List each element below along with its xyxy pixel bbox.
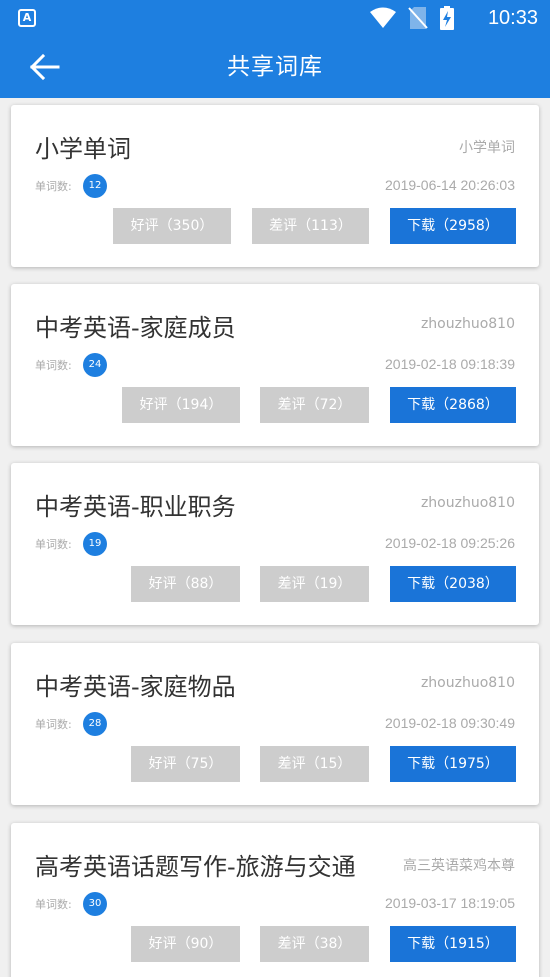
download-button[interactable]: 下载（2038） — [390, 566, 516, 602]
bad-review-button[interactable]: 差评（38） — [260, 926, 369, 962]
library-date: 2019-02-18 09:25:26 — [385, 535, 515, 551]
download-button[interactable]: 下载（1975） — [390, 746, 516, 782]
word-count-badge: 19 — [83, 532, 107, 556]
clock: 10:33 — [487, 7, 538, 29]
status-icons — [370, 6, 454, 30]
word-count-label: 单词数: — [35, 718, 72, 731]
library-date: 2019-02-18 09:30:49 — [385, 715, 515, 731]
good-review-button[interactable]: 好评（88） — [131, 566, 240, 602]
word-count-label: 单词数: — [35, 538, 72, 551]
good-review-button[interactable]: 好评（350） — [113, 208, 231, 244]
library-card[interactable]: 中考英语-职业职务 zhouzhuo810 单词数: 19 2019-02-18… — [11, 463, 539, 625]
library-card[interactable]: 小学单词 小学单词 单词数: 12 2019-06-14 20:26:03 好评… — [11, 105, 539, 267]
bad-review-button[interactable]: 差评（72） — [260, 387, 369, 423]
word-count-badge: 28 — [83, 712, 107, 736]
page-title: 共享词库 — [227, 54, 323, 80]
library-author: 小学单词 — [459, 140, 515, 156]
library-card[interactable]: 高考英语话题写作-旅游与交通 高三英语菜鸡本尊 单词数: 30 2019-03-… — [11, 823, 539, 977]
wifi-icon — [370, 7, 396, 28]
library-name: 中考英语-家庭成员 — [35, 314, 236, 342]
word-count-badge: 12 — [83, 174, 107, 198]
library-name: 高考英语话题写作-旅游与交通 — [35, 853, 356, 881]
library-date: 2019-06-14 20:26:03 — [385, 177, 515, 193]
app-notification-icon: A — [18, 9, 36, 27]
word-count-label: 单词数: — [35, 898, 72, 911]
library-date: 2019-03-17 18:19:05 — [385, 895, 515, 911]
word-count-label: 单词数: — [35, 359, 72, 372]
good-review-button[interactable]: 好评（90） — [131, 926, 240, 962]
battery-charging-icon — [440, 6, 454, 30]
library-card[interactable]: 中考英语-家庭物品 zhouzhuo810 单词数: 28 2019-02-18… — [11, 643, 539, 805]
library-card[interactable]: 中考英语-家庭成员 zhouzhuo810 单词数: 24 2019-02-18… — [11, 284, 539, 446]
library-name: 小学单词 — [35, 135, 131, 163]
library-author: zhouzhuo810 — [420, 675, 515, 691]
library-name: 中考英语-家庭物品 — [35, 673, 236, 701]
download-button[interactable]: 下载（2868） — [390, 387, 516, 423]
app-bar: 共享词库 — [0, 36, 550, 98]
bad-review-button[interactable]: 差评（15） — [260, 746, 369, 782]
library-name: 中考英语-职业职务 — [35, 493, 236, 521]
good-review-button[interactable]: 好评（194） — [122, 387, 240, 423]
download-button[interactable]: 下载（2958） — [390, 208, 516, 244]
good-review-button[interactable]: 好评（75） — [131, 746, 240, 782]
bad-review-button[interactable]: 差评（113） — [252, 208, 369, 244]
library-author: zhouzhuo810 — [420, 495, 515, 511]
word-count-badge: 24 — [83, 353, 107, 377]
library-author: 高三英语菜鸡本尊 — [403, 858, 515, 874]
word-count-badge: 30 — [83, 892, 107, 916]
library-date: 2019-02-18 09:18:39 — [385, 356, 515, 372]
bad-review-button[interactable]: 差评（19） — [260, 566, 369, 602]
word-count-label: 单词数: — [35, 180, 72, 193]
status-bar: A 10:33 — [0, 0, 550, 36]
library-author: zhouzhuo810 — [420, 316, 515, 332]
download-button[interactable]: 下载（1915） — [390, 926, 516, 962]
no-sim-icon — [408, 7, 428, 29]
